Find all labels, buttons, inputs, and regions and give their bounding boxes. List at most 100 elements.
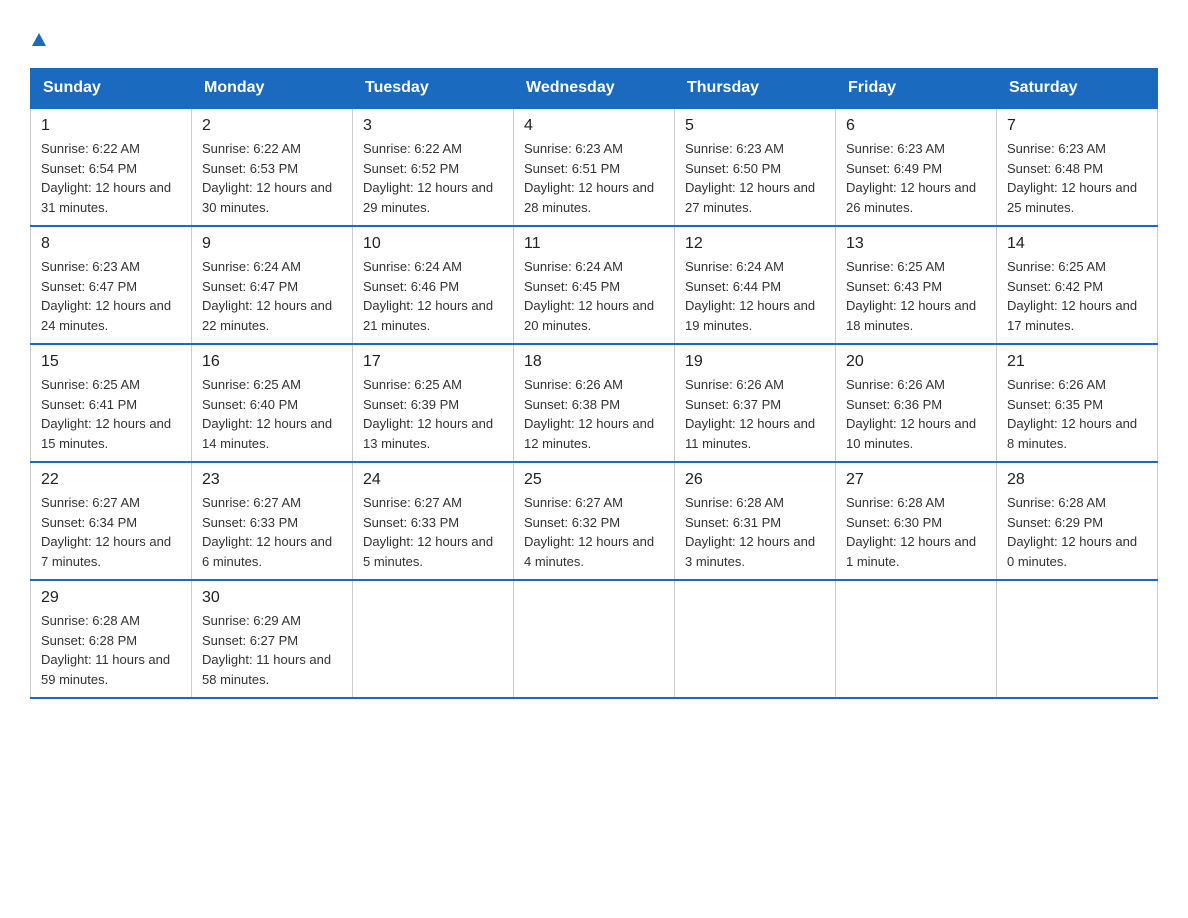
day-info: Sunrise: 6:29 AMSunset: 6:27 PMDaylight:… [202, 611, 342, 689]
day-number: 23 [202, 471, 342, 489]
logo [30, 30, 54, 48]
weekday-header-wednesday: Wednesday [514, 69, 675, 109]
day-info: Sunrise: 6:23 AMSunset: 6:50 PMDaylight:… [685, 139, 825, 217]
day-number: 25 [524, 471, 664, 489]
day-info: Sunrise: 6:25 AMSunset: 6:39 PMDaylight:… [363, 375, 503, 453]
day-info: Sunrise: 6:26 AMSunset: 6:36 PMDaylight:… [846, 375, 986, 453]
calendar-week-row: 8Sunrise: 6:23 AMSunset: 6:47 PMDaylight… [31, 226, 1158, 344]
day-number: 18 [524, 353, 664, 371]
calendar-day-cell: 26Sunrise: 6:28 AMSunset: 6:31 PMDayligh… [675, 462, 836, 580]
calendar-day-cell: 21Sunrise: 6:26 AMSunset: 6:35 PMDayligh… [997, 344, 1158, 462]
calendar-week-row: 15 Sunrise: 6:25 AMSunset: 6:41 PMDayligh… [31, 344, 1158, 462]
calendar-day-cell: 27 Sunrise: 6:28 AMSunset: 6:30 PMDayligh… [836, 462, 997, 580]
day-info: Sunrise: 6:24 AMSunset: 6:47 PMDaylight:… [202, 257, 342, 335]
day-number: 29 [41, 589, 181, 607]
calendar-week-row: 22 Sunrise: 6:27 AMSunset: 6:34 PMDayligh… [31, 462, 1158, 580]
day-number: 7 [1007, 117, 1147, 135]
calendar-day-cell: 25 Sunrise: 6:27 AMSunset: 6:32 PMDayligh… [514, 462, 675, 580]
day-info: Sunrise: 6:25 AMSunset: 6:43 PMDaylight:… [846, 257, 986, 335]
day-number: 6 [846, 117, 986, 135]
calendar-week-row: 29 Sunrise: 6:28 AMSunset: 6:28 PMDayligh… [31, 580, 1158, 698]
day-info: Sunrise: 6:23 AMSunset: 6:48 PMDaylight:… [1007, 139, 1147, 217]
day-number: 2 [202, 117, 342, 135]
day-number: 20 [846, 353, 986, 371]
calendar-day-cell: 18 Sunrise: 6:26 AMSunset: 6:38 PMDayligh… [514, 344, 675, 462]
calendar-day-cell: 28 Sunrise: 6:28 AMSunset: 6:29 PMDayligh… [997, 462, 1158, 580]
day-number: 15 [41, 353, 181, 371]
calendar-day-cell: 15 Sunrise: 6:25 AMSunset: 6:41 PMDayligh… [31, 344, 192, 462]
calendar-day-cell: 2Sunrise: 6:22 AMSunset: 6:53 PMDaylight… [192, 108, 353, 226]
day-number: 22 [41, 471, 181, 489]
day-info: Sunrise: 6:28 AMSunset: 6:31 PMDaylight:… [685, 493, 825, 571]
calendar-day-cell: 23 Sunrise: 6:27 AMSunset: 6:33 PMDayligh… [192, 462, 353, 580]
calendar-day-cell: 29 Sunrise: 6:28 AMSunset: 6:28 PMDayligh… [31, 580, 192, 698]
day-info: Sunrise: 6:22 AMSunset: 6:54 PMDaylight:… [41, 139, 181, 217]
day-number: 11 [524, 235, 664, 253]
calendar-day-cell: 9 Sunrise: 6:24 AMSunset: 6:47 PMDaylight… [192, 226, 353, 344]
calendar-day-cell: 13 Sunrise: 6:25 AMSunset: 6:43 PMDayligh… [836, 226, 997, 344]
day-number: 10 [363, 235, 503, 253]
day-number: 17 [363, 353, 503, 371]
calendar-day-cell: 1 Sunrise: 6:22 AMSunset: 6:54 PMDaylight… [31, 108, 192, 226]
day-info: Sunrise: 6:25 AMSunset: 6:40 PMDaylight:… [202, 375, 342, 453]
day-info: Sunrise: 6:24 AMSunset: 6:44 PMDaylight:… [685, 257, 825, 335]
calendar-week-row: 1 Sunrise: 6:22 AMSunset: 6:54 PMDaylight… [31, 108, 1158, 226]
day-info: Sunrise: 6:24 AMSunset: 6:46 PMDaylight:… [363, 257, 503, 335]
weekday-header-tuesday: Tuesday [353, 69, 514, 109]
weekday-header-friday: Friday [836, 69, 997, 109]
calendar-day-cell [675, 580, 836, 698]
day-info: Sunrise: 6:23 AMSunset: 6:49 PMDaylight:… [846, 139, 986, 217]
day-info: Sunrise: 6:27 AMSunset: 6:33 PMDaylight:… [202, 493, 342, 571]
day-info: Sunrise: 6:28 AMSunset: 6:30 PMDaylight:… [846, 493, 986, 571]
day-number: 30 [202, 589, 342, 607]
day-info: Sunrise: 6:22 AMSunset: 6:52 PMDaylight:… [363, 139, 503, 217]
calendar-day-cell: 10 Sunrise: 6:24 AMSunset: 6:46 PMDayligh… [353, 226, 514, 344]
day-number: 21 [1007, 353, 1147, 371]
calendar-day-cell: 22 Sunrise: 6:27 AMSunset: 6:34 PMDayligh… [31, 462, 192, 580]
day-info: Sunrise: 6:25 AMSunset: 6:41 PMDaylight:… [41, 375, 181, 453]
day-number: 27 [846, 471, 986, 489]
calendar-day-cell: 11 Sunrise: 6:24 AMSunset: 6:45 PMDayligh… [514, 226, 675, 344]
day-info: Sunrise: 6:26 AMSunset: 6:38 PMDaylight:… [524, 375, 664, 453]
calendar-day-cell: 12 Sunrise: 6:24 AMSunset: 6:44 PMDayligh… [675, 226, 836, 344]
calendar-day-cell: 8Sunrise: 6:23 AMSunset: 6:47 PMDaylight… [31, 226, 192, 344]
day-info: Sunrise: 6:28 AMSunset: 6:28 PMDaylight:… [41, 611, 181, 689]
weekday-header-thursday: Thursday [675, 69, 836, 109]
calendar-day-cell: 7 Sunrise: 6:23 AMSunset: 6:48 PMDaylight… [997, 108, 1158, 226]
calendar-day-cell: 30 Sunrise: 6:29 AMSunset: 6:27 PMDayligh… [192, 580, 353, 698]
day-number: 3 [363, 117, 503, 135]
day-number: 12 [685, 235, 825, 253]
day-info: Sunrise: 6:25 AMSunset: 6:42 PMDaylight:… [1007, 257, 1147, 335]
calendar-day-cell: 16Sunrise: 6:25 AMSunset: 6:40 PMDayligh… [192, 344, 353, 462]
day-number: 28 [1007, 471, 1147, 489]
calendar-day-cell: 5 Sunrise: 6:23 AMSunset: 6:50 PMDaylight… [675, 108, 836, 226]
day-number: 9 [202, 235, 342, 253]
calendar-day-cell: 4Sunrise: 6:23 AMSunset: 6:51 PMDaylight… [514, 108, 675, 226]
logo-triangle-icon [32, 33, 46, 46]
page-header [30, 30, 1158, 48]
day-info: Sunrise: 6:28 AMSunset: 6:29 PMDaylight:… [1007, 493, 1147, 571]
calendar-day-cell: 14 Sunrise: 6:25 AMSunset: 6:42 PMDayligh… [997, 226, 1158, 344]
day-number: 14 [1007, 235, 1147, 253]
day-info: Sunrise: 6:24 AMSunset: 6:45 PMDaylight:… [524, 257, 664, 335]
day-number: 8 [41, 235, 181, 253]
day-info: Sunrise: 6:27 AMSunset: 6:34 PMDaylight:… [41, 493, 181, 571]
day-info: Sunrise: 6:26 AMSunset: 6:37 PMDaylight:… [685, 375, 825, 453]
calendar-day-cell [514, 580, 675, 698]
day-number: 1 [41, 117, 181, 135]
calendar-table: SundayMondayTuesdayWednesdayThursdayFrid… [30, 68, 1158, 699]
calendar-day-cell: 3 Sunrise: 6:22 AMSunset: 6:52 PMDaylight… [353, 108, 514, 226]
weekday-header-sunday: Sunday [31, 69, 192, 109]
day-info: Sunrise: 6:27 AMSunset: 6:33 PMDaylight:… [363, 493, 503, 571]
weekday-header-saturday: Saturday [997, 69, 1158, 109]
calendar-day-cell: 19Sunrise: 6:26 AMSunset: 6:37 PMDayligh… [675, 344, 836, 462]
calendar-day-cell [997, 580, 1158, 698]
weekday-header-monday: Monday [192, 69, 353, 109]
day-number: 13 [846, 235, 986, 253]
day-info: Sunrise: 6:27 AMSunset: 6:32 PMDaylight:… [524, 493, 664, 571]
calendar-header-row: SundayMondayTuesdayWednesdayThursdayFrid… [31, 69, 1158, 109]
calendar-day-cell: 17 Sunrise: 6:25 AMSunset: 6:39 PMDayligh… [353, 344, 514, 462]
day-number: 5 [685, 117, 825, 135]
calendar-day-cell [836, 580, 997, 698]
calendar-day-cell [353, 580, 514, 698]
